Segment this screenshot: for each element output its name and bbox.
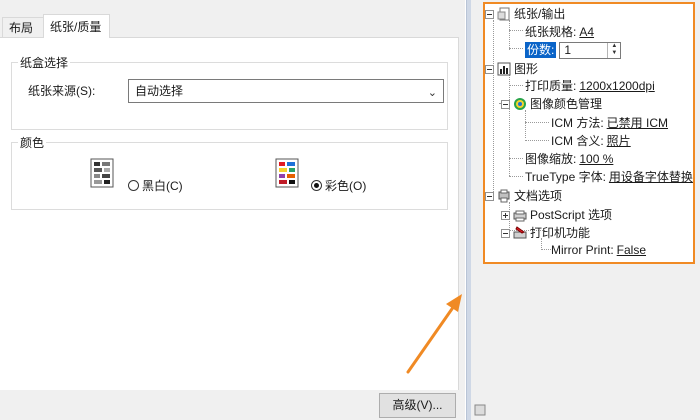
paper-source-select[interactable]: 自动选择 ⌄ — [128, 79, 444, 103]
color-label: 彩色(O) — [325, 179, 367, 193]
tree-node-paper-output[interactable]: 纸张/输出 — [485, 6, 565, 22]
black-white-option[interactable]: 黑白(C) — [128, 177, 183, 194]
printer-features-icon — [513, 226, 527, 239]
tree-node-postscript-options[interactable]: PostScript 选项 — [501, 207, 612, 223]
icm-intent-value[interactable]: 照片 — [607, 133, 631, 149]
print-quality-value[interactable]: 1200x1200dpi — [579, 78, 654, 94]
mirror-print-value[interactable]: False — [617, 242, 646, 258]
printer-properties-dialog: 布局 纸张/质量 纸盒选择 纸张来源(S): 自动选择 ⌄ 颜色 黑白(C) 彩… — [0, 0, 465, 420]
paper-source-label: 纸张来源(S): — [28, 84, 96, 98]
black-white-radio[interactable] — [128, 180, 139, 191]
copies-value[interactable]: 1 — [564, 42, 571, 58]
tree-node-copies[interactable]: 份数: 1 ▲ ▼ — [525, 41, 622, 59]
paper-size-value[interactable]: A4 — [579, 24, 594, 40]
advanced-options-tree: 纸张/输出 纸张规格: A4 份数: 1 ▲ ▼ 图形 打印质量: 1200x12… — [483, 2, 695, 264]
stepper-up-icon[interactable]: ▲ — [608, 43, 620, 51]
tree-node-print-quality[interactable]: 打印质量: 1200x1200dpi — [525, 78, 655, 94]
truetype-value[interactable]: 用设备字体替换 — [609, 169, 693, 185]
tree-node-icm-method[interactable]: ICM 方法: 已禁用 ICM — [551, 115, 668, 131]
color-group: 颜色 黑白(C) 彩色(O) — [11, 134, 448, 210]
icm-method-value[interactable]: 已禁用 ICM — [607, 115, 668, 131]
color-management-icon — [514, 98, 526, 110]
tree-node-mirror-print[interactable]: Mirror Print: False — [551, 242, 646, 258]
collapse-icon[interactable] — [501, 99, 510, 109]
chevron-down-icon: ⌄ — [427, 87, 437, 99]
tree-node-scaling[interactable]: 图像缩放: 100 % — [525, 151, 613, 167]
tree-node-document-options[interactable]: 文档选项 — [485, 188, 562, 204]
scaling-value[interactable]: 100 % — [579, 151, 613, 167]
tree-node-icm-intent[interactable]: ICM 含义: 照片 — [551, 133, 631, 149]
tree-node-truetype-font[interactable]: TrueType 字体: 用设备字体替换 — [525, 169, 693, 185]
tab-layout[interactable]: 布局 — [2, 17, 44, 37]
color-option[interactable]: 彩色(O) — [311, 177, 366, 194]
copies-stepper[interactable]: 1 ▲ ▼ — [559, 41, 622, 59]
tab-paper-quality[interactable]: 纸张/质量 — [43, 14, 110, 38]
stepper-arrows[interactable]: ▲ ▼ — [607, 42, 620, 58]
graphics-icon — [497, 62, 511, 76]
color-cartridge-icon — [275, 158, 299, 188]
tree-node-image-color-management[interactable]: 图像颜色管理 — [501, 96, 602, 112]
postscript-icon — [513, 210, 527, 222]
collapse-icon[interactable] — [485, 191, 494, 201]
tab-pane-paper-quality: 纸盒选择 纸张来源(S): 自动选择 ⌄ 颜色 黑白(C) 彩色(O) — [0, 37, 459, 390]
paper-output-icon — [497, 7, 510, 21]
paper-source-group-title: 纸盒选择 — [18, 54, 71, 71]
tree-node-paper-size[interactable]: 纸张规格: A4 — [525, 24, 594, 40]
expand-icon[interactable] — [501, 210, 510, 220]
collapse-icon[interactable] — [501, 228, 510, 238]
collapse-icon[interactable] — [485, 64, 494, 74]
document-options-icon — [498, 189, 510, 203]
advanced-button[interactable]: 高级(V)... — [379, 393, 456, 418]
tree-node-printer-features[interactable]: 打印机功能 — [501, 225, 590, 241]
black-white-label: 黑白(C) — [142, 179, 183, 193]
color-group-title: 颜色 — [18, 134, 47, 151]
paper-source-value: 自动选择 — [135, 84, 184, 98]
resize-grip-icon — [474, 404, 486, 416]
copies-label: 份数: — [525, 42, 557, 58]
tree-node-graphics[interactable]: 图形 — [485, 61, 538, 77]
collapse-icon[interactable] — [485, 9, 494, 19]
grayscale-cartridge-icon — [90, 158, 114, 188]
stepper-down-icon[interactable]: ▼ — [608, 50, 620, 58]
color-radio[interactable] — [311, 180, 322, 191]
paper-source-group: 纸盒选择 纸张来源(S): 自动选择 ⌄ — [11, 54, 448, 130]
